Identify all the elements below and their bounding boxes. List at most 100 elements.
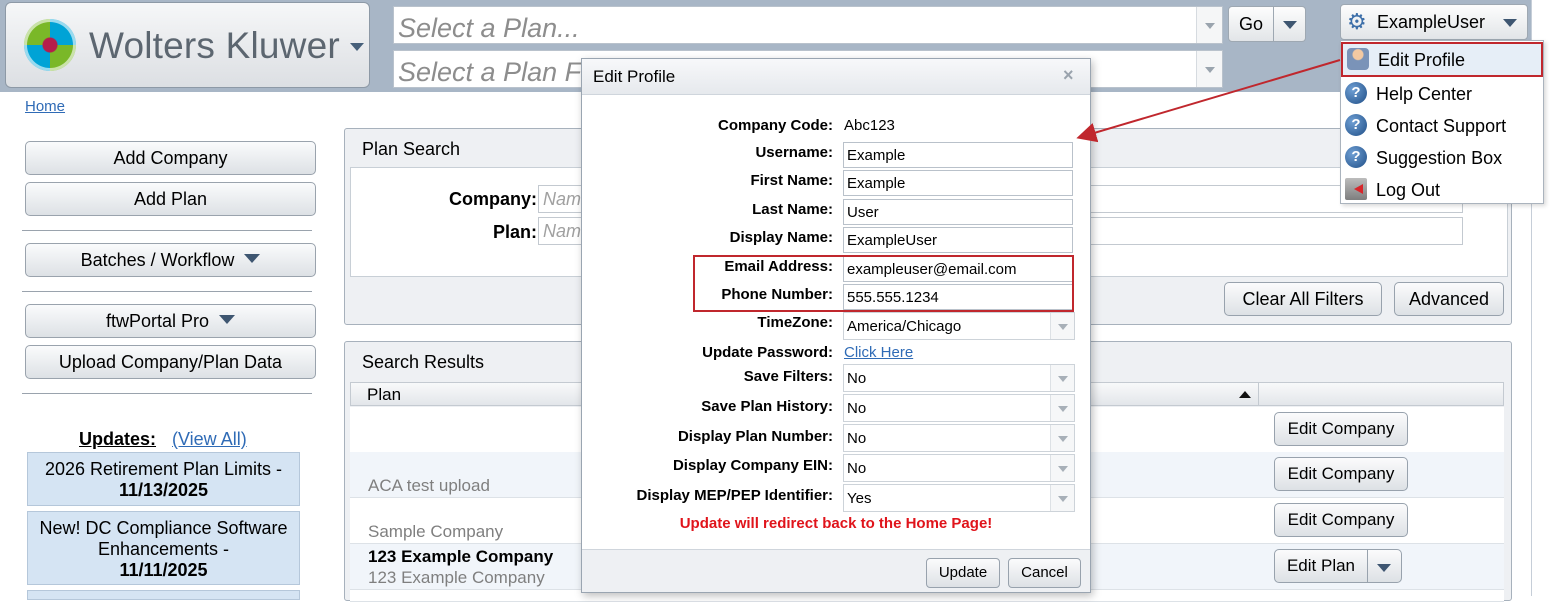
gear-icon: ⚙ xyxy=(1347,9,1367,34)
row-company-name: ACA test upload xyxy=(368,476,490,495)
dialog-title: Edit Profile xyxy=(593,67,676,86)
username-value: Example xyxy=(847,147,906,164)
save-plan-history-select[interactable]: No xyxy=(843,394,1075,422)
display-mep-label: Display MEP/PEP Identifier: xyxy=(636,487,833,504)
batches-workflow-button[interactable]: Batches / Workflow xyxy=(25,243,316,277)
dialog-header: Edit Profile × xyxy=(582,59,1090,95)
display-plan-number-select[interactable]: No xyxy=(843,424,1075,452)
column-divider xyxy=(1258,383,1259,405)
highlight-box xyxy=(693,255,1074,312)
chevron-down-icon xyxy=(244,254,261,263)
timezone-label: TimeZone: xyxy=(757,314,833,331)
menu-item-label: Help Center xyxy=(1376,84,1473,104)
display-mep-select[interactable]: Yes xyxy=(843,484,1075,512)
go-button[interactable]: Go xyxy=(1228,6,1274,42)
save-filters-select[interactable]: No xyxy=(843,364,1075,392)
chevron-down-icon[interactable] xyxy=(1050,395,1074,421)
display-name-label: Display Name: xyxy=(729,229,833,246)
display-company-ein-select[interactable]: No xyxy=(843,454,1075,482)
menu-item-suggestion-box[interactable]: ? Suggestion Box xyxy=(1341,142,1543,174)
breadcrumb-home-link[interactable]: Home xyxy=(25,98,65,115)
ftwportal-pro-button[interactable]: ftwPortal Pro xyxy=(25,304,316,338)
display-company-ein-label: Display Company EIN: xyxy=(672,457,833,474)
wolters-kluwer-logo-icon xyxy=(24,19,76,71)
chevron-down-icon xyxy=(350,43,364,51)
edit-company-button[interactable]: Edit Company xyxy=(1274,503,1408,537)
add-plan-button[interactable]: Add Plan xyxy=(25,182,316,216)
close-icon[interactable]: × xyxy=(1063,65,1074,86)
save-filters-label: Save Filters: xyxy=(743,368,833,385)
advanced-search-button[interactable]: Advanced xyxy=(1394,282,1504,316)
help-icon: ? xyxy=(1345,146,1367,168)
menu-item-help-center[interactable]: ? Help Center xyxy=(1341,78,1543,110)
first-name-value: Example xyxy=(847,175,906,192)
chevron-down-icon[interactable] xyxy=(1196,7,1222,43)
edit-profile-dialog: Edit Profile × Company Code: Abc123 User… xyxy=(581,58,1091,593)
chevron-down-icon[interactable] xyxy=(1050,485,1074,511)
save-plan-history-value: No xyxy=(847,400,867,417)
add-company-button[interactable]: Add Company xyxy=(25,141,316,175)
plan-select-placeholder: Select a Plan... xyxy=(398,13,580,43)
username-field[interactable]: Example xyxy=(843,142,1073,168)
timezone-value: America/Chicago xyxy=(847,318,962,335)
edit-plan-button[interactable]: Edit Plan xyxy=(1274,549,1368,583)
last-name-label: Last Name: xyxy=(752,201,833,218)
menu-item-label: Suggestion Box xyxy=(1376,148,1503,168)
chevron-down-icon[interactable] xyxy=(1050,313,1074,339)
user-menu-button[interactable]: ⚙ ExampleUser xyxy=(1340,4,1528,40)
company-code-value: Abc123 xyxy=(844,117,895,134)
save-plan-history-label: Save Plan History: xyxy=(701,398,833,415)
sort-ascending-icon[interactable] xyxy=(1239,391,1251,398)
clear-all-filters-button[interactable]: Clear All Filters xyxy=(1224,282,1382,316)
display-plan-number-value: No xyxy=(847,430,867,447)
update-item[interactable]: 2026 Retirement Plan Limits - 11/13/2025 xyxy=(27,452,300,506)
logout-icon xyxy=(1345,178,1367,200)
edit-plan-dropdown-button[interactable] xyxy=(1368,549,1402,583)
edit-company-button[interactable]: Edit Company xyxy=(1274,412,1408,446)
update-password-link[interactable]: Click Here xyxy=(844,344,913,361)
last-name-field[interactable]: User xyxy=(843,199,1073,225)
brand-menu-button[interactable]: Wolters Kluwer xyxy=(5,2,370,88)
upload-data-button[interactable]: Upload Company/Plan Data xyxy=(25,345,316,379)
edit-company-button[interactable]: Edit Company xyxy=(1274,457,1408,491)
first-name-field[interactable]: Example xyxy=(843,170,1073,196)
cancel-button[interactable]: Cancel xyxy=(1008,558,1081,588)
update-item[interactable]: New! DC Compliance Software Enhancements… xyxy=(27,511,300,585)
display-company-ein-value: No xyxy=(847,460,867,477)
menu-item-log-out[interactable]: Log Out xyxy=(1341,174,1543,206)
chevron-down-icon xyxy=(219,315,236,324)
update-button[interactable]: Update xyxy=(926,558,1000,588)
user-profile-icon xyxy=(1347,48,1369,70)
batches-workflow-label: Batches / Workflow xyxy=(80,250,235,270)
chevron-down-icon xyxy=(1503,19,1517,27)
display-mep-value: Yes xyxy=(847,490,872,507)
update-item[interactable] xyxy=(27,590,300,600)
row-company-name: Sample Company xyxy=(368,522,504,541)
chevron-down-icon[interactable] xyxy=(1196,51,1222,87)
update-date: 11/13/2025 xyxy=(118,480,209,500)
menu-item-label: Log Out xyxy=(1376,180,1441,200)
plan-search-title: Plan Search xyxy=(362,139,461,159)
menu-item-edit-profile[interactable]: Edit Profile xyxy=(1341,42,1543,77)
chevron-down-icon[interactable] xyxy=(1050,425,1074,451)
menu-item-contact-support[interactable]: ? Contact Support xyxy=(1341,110,1543,142)
chevron-down-icon[interactable] xyxy=(1050,365,1074,391)
column-header-plan[interactable]: Plan xyxy=(367,385,401,405)
plan-select-secondary-placeholder: Select a Plan F xyxy=(398,57,582,87)
username-label: Username: xyxy=(755,144,833,161)
go-dropdown-button[interactable] xyxy=(1274,6,1306,42)
menu-item-label: Edit Profile xyxy=(1378,50,1466,70)
updates-view-all-link[interactable]: (View All) xyxy=(172,429,247,450)
plan-select[interactable]: Select a Plan... xyxy=(393,6,1223,44)
divider xyxy=(22,393,312,394)
display-name-field[interactable]: ExampleUser xyxy=(843,227,1073,253)
timezone-select[interactable]: America/Chicago xyxy=(843,312,1075,340)
brand-name: Wolters Kluwer xyxy=(89,25,340,66)
row-plan-name: 123 Example Company xyxy=(368,547,554,566)
divider xyxy=(22,291,312,292)
company-search-placeholder: Nam xyxy=(543,189,582,209)
redirect-warning: Update will redirect back to the Home Pa… xyxy=(679,515,993,532)
display-plan-number-label: Display Plan Number: xyxy=(677,428,833,445)
save-filters-value: No xyxy=(847,370,867,387)
chevron-down-icon[interactable] xyxy=(1050,455,1074,481)
